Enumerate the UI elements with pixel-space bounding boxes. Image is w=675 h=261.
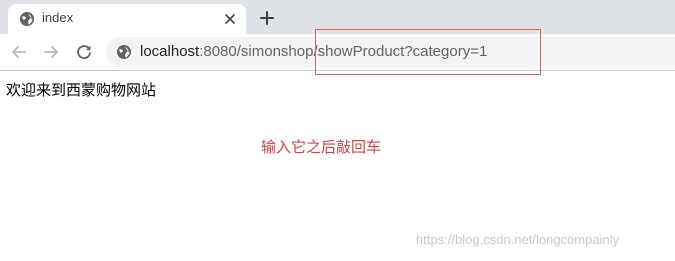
tab-title: index [42, 10, 74, 25]
watermark: https://blog.csdn.net/longcompainly [416, 232, 620, 247]
back-arrow-icon[interactable] [9, 42, 29, 62]
globe-icon [20, 12, 34, 26]
close-icon[interactable] [222, 11, 238, 27]
plus-icon[interactable] [257, 8, 277, 28]
welcome-text: 欢迎来到西蒙购物网站 [6, 82, 157, 99]
reload-icon[interactable] [74, 42, 94, 62]
forward-arrow-icon[interactable] [41, 42, 61, 62]
browser-tab[interactable]: index [8, 4, 246, 34]
url-host: localhost [140, 43, 200, 60]
url-highlight-box [315, 29, 541, 75]
globe-icon[interactable] [116, 44, 132, 60]
annotation-text: 输入它之后敲回车 [261, 139, 382, 156]
